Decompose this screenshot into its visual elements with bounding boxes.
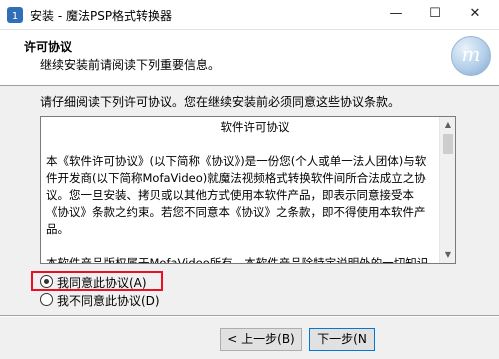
- agree-label[interactable]: 我同意此协议(A): [57, 274, 147, 291]
- footer-divider: [0, 315, 499, 317]
- page-title: 许可协议: [24, 40, 73, 54]
- close-icon[interactable]: ✕: [460, 0, 490, 30]
- window-title: 安装 - 魔法PSP格式转换器: [30, 9, 173, 23]
- back-button[interactable]: < 上一步(B): [220, 328, 302, 351]
- radio-dot: [44, 279, 49, 284]
- scroll-down-icon[interactable]: ▼: [440, 247, 455, 263]
- scroll-up-icon[interactable]: ▲: [440, 117, 455, 133]
- instruction-text: 请仔细阅读下列许可协议。您在继续安装前必须同意这些协议条款。: [40, 95, 401, 109]
- logo-letter: m: [461, 42, 481, 66]
- radio-checked-icon[interactable]: [40, 275, 53, 288]
- license-text-box[interactable]: 软件许可协议 本《软件许可协议》(以下简称《协议》)是一份您(个人或单一法人团体…: [40, 116, 456, 264]
- disagree-label[interactable]: 我不同意此协议(D): [57, 292, 160, 309]
- scroll-thumb[interactable]: [443, 134, 453, 154]
- logo: m: [451, 36, 491, 76]
- page-subtitle: 继续安装前请阅读下列重要信息。: [40, 58, 221, 72]
- license-paragraph: 本软件产品版权属于MofaVideo所有，本软件产品除特定说明外的一切知识: [46, 256, 429, 264]
- app-icon: 1: [7, 7, 23, 23]
- license-heading: 软件许可协议: [220, 120, 290, 134]
- title-bar: 1 安装 - 魔法PSP格式转换器 — ☐ ✕: [0, 0, 499, 30]
- next-button[interactable]: 下一步(N: [309, 328, 375, 351]
- minimize-icon[interactable]: —: [381, 0, 411, 30]
- license-paragraph: 本《软件许可协议》(以下简称《协议》)是一份您(个人或单一法人团体)与软件开发商…: [46, 154, 427, 236]
- maximize-icon[interactable]: ☐: [420, 0, 450, 30]
- vertical-scrollbar[interactable]: ▲ ▼: [439, 117, 455, 263]
- radio-unchecked-icon[interactable]: [40, 293, 53, 306]
- license-content: 软件许可协议 本《软件许可协议》(以下简称《协议》)是一份您(个人或单一法人团体…: [41, 117, 439, 263]
- wizard-header: 许可协议 继续安装前请阅读下列重要信息。 m: [0, 30, 499, 86]
- svg-text:1: 1: [12, 11, 18, 22]
